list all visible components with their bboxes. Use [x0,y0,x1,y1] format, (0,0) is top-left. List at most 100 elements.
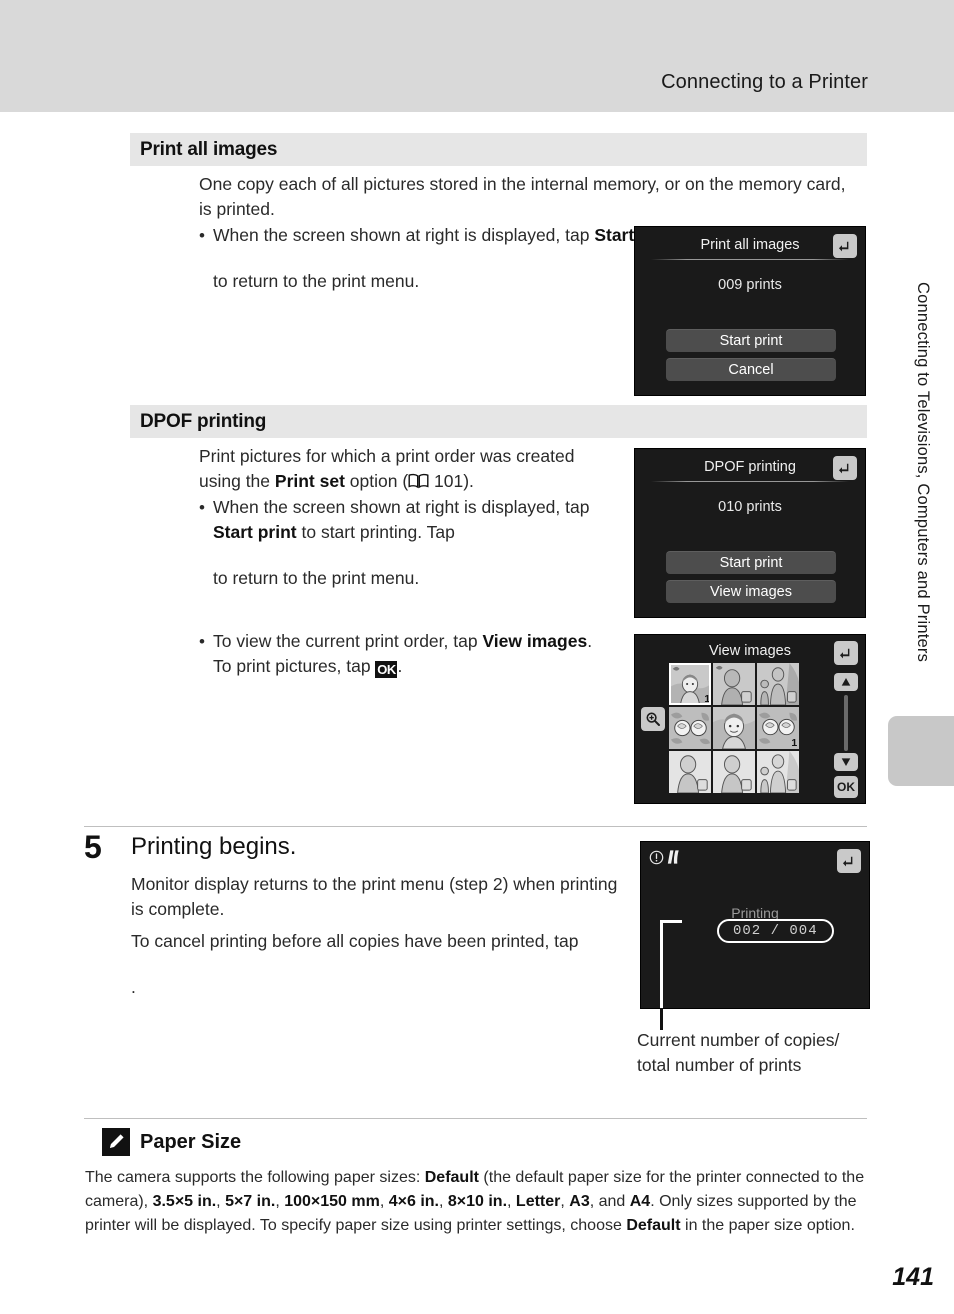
screen-print-count: 009 prints [718,277,782,293]
bullet-item: • To view the current print order, tap V… [199,629,599,679]
paper-size-1: 5×7 in. [225,1193,276,1210]
screen-back-button[interactable] [837,849,861,873]
note-body: The camera supports the following paper … [85,1169,865,1234]
paper-size-6: A3 [569,1193,590,1210]
paper-size-4: 8×10 in. [447,1193,508,1210]
thumbnail-item[interactable] [669,707,711,749]
bullet-tail: . [397,656,403,676]
screen-divider [651,259,849,260]
scroll-up-button[interactable] [834,673,858,691]
note-lead: The camera supports the following paper … [85,1169,425,1186]
zoom-in-button[interactable] [641,707,665,731]
ok-icon: OK [375,661,398,678]
bullet-dot: • [199,226,205,245]
bullet-text: To view the current print order, tap Vie… [213,629,599,679]
paragraph-text: One copy each of all pictures stored in … [199,174,846,219]
bullet-item: • When the screen shown at right is disp… [199,495,599,594]
screen-divider [651,481,849,482]
thumbnail-item[interactable] [713,663,755,705]
page-number: 141 [892,1263,934,1291]
scrollbar-track[interactable] [844,695,848,751]
camera-screen-dpof-printing: DPOF printing 010 prints Start print Vie… [634,448,866,618]
back-icon [131,957,631,975]
paragraph-text: Print pictures for which a print order w… [199,444,599,494]
section-title: Print all images [140,138,278,160]
magnifier-plus-icon [646,712,660,726]
screen-back-button[interactable] [833,456,857,480]
note-divider [84,1118,867,1119]
printing-counter: 002 / 004 [717,919,834,943]
bullet-mid: to start printing. Tap [296,522,455,542]
page-header: Connecting to a Printer [0,0,954,112]
thumbnail-item[interactable] [713,707,755,749]
dpof-printing-paragraph: Print pictures for which a print order w… [199,444,599,594]
screen-title: View images [709,643,791,659]
paragraph-page-ref: 101). [429,471,474,491]
thumbnail-item[interactable]: 1 [669,663,711,705]
screen-button-start-print[interactable]: Start print [666,551,836,574]
camera-screen-print-all-images: Print all images 009 prints Start print … [634,226,866,396]
bullet-dot: • [199,632,205,651]
thumbnail-grid[interactable]: 1 1 [669,663,799,793]
screen-print-count: 010 prints [718,499,782,515]
caption-line-2: total number of prints [637,1055,802,1075]
thumbnail-item[interactable] [757,663,799,705]
screen-button-view-images[interactable]: View images [666,580,836,603]
thumbnail-item[interactable]: 1 [757,707,799,749]
back-icon [842,856,853,867]
bullet-bold-view-images: View images [482,631,588,651]
callout-leader-vertical-white [660,920,663,1009]
section-title: DPOF printing [140,410,267,432]
step-number: 5 [84,829,102,865]
screen-ok-button[interactable]: OK [834,776,858,798]
note-bold-default: Default [424,1169,479,1186]
svg-text:1: 1 [791,737,797,749]
page-title: Connecting to a Printer [661,71,868,93]
back-icon [838,241,849,252]
scroll-down-button[interactable] [834,753,858,771]
screen-back-button[interactable] [834,641,858,665]
screen-button-cancel[interactable]: Cancel [666,358,836,381]
triangle-down-icon [841,758,851,766]
bullet-dot: • [199,498,205,517]
step5-paragraph-1: Monitor display returns to the print men… [131,874,618,919]
dpof-view-images-bullet: • To view the current print order, tap V… [199,628,599,679]
thumbnail-item[interactable] [669,751,711,793]
back-icon [213,548,599,566]
book-icon [408,471,429,489]
bullet-lead: When the screen shown at right is displa… [213,497,590,517]
thumbnail-item[interactable] [713,751,755,793]
bullet-lead: When the screen shown at right is displa… [213,225,595,245]
screen-button-start-print[interactable]: Start print [666,329,836,352]
bullet-tail: to return to the print menu. [213,271,420,291]
bullet-text: When the screen shown at right is displa… [213,495,599,594]
note-bold-default-2: Default [626,1217,681,1234]
section-header-print-all-images: Print all images [130,133,867,166]
chapter-side-tab-label: Connecting to Televisions, Computers and… [914,282,932,663]
svg-text:1: 1 [704,693,710,705]
screen-title: DPOF printing [704,459,796,475]
paper-size-3: 4×6 in. [388,1193,439,1210]
pencil-note-icon [102,1128,130,1156]
thumbnail-item[interactable] [757,751,799,793]
camera-screen-view-images: View images 1 1 OK [634,634,866,804]
printing-flag-icon [665,849,682,870]
bullet-lead: To view the current print order, tap [213,631,483,651]
note-and: , and [589,1193,630,1210]
step-divider [84,826,867,827]
bullet-tail: to return to the print menu. [213,568,420,588]
paper-size-2: 100×150 mm [284,1193,380,1210]
note-end: in the paper size option. [680,1217,855,1234]
back-icon [838,463,849,474]
triangle-up-icon [841,678,851,686]
paper-size-7: A4 [629,1193,651,1210]
paragraph-bold-print-set: Print set [274,471,345,491]
back-icon [839,648,850,659]
caption-line-1: Current number of copies/ [637,1030,840,1050]
step5-paragraph-2: To cancel printing before all copies hav… [131,929,631,1003]
printing-counter-caption: Current number of copies/ total number o… [637,1028,887,1078]
callout-leader-horizontal [660,920,682,923]
paragraph-mid: option ( [344,471,409,491]
screen-back-button[interactable] [833,234,857,258]
chapter-tab-marker [888,716,954,786]
